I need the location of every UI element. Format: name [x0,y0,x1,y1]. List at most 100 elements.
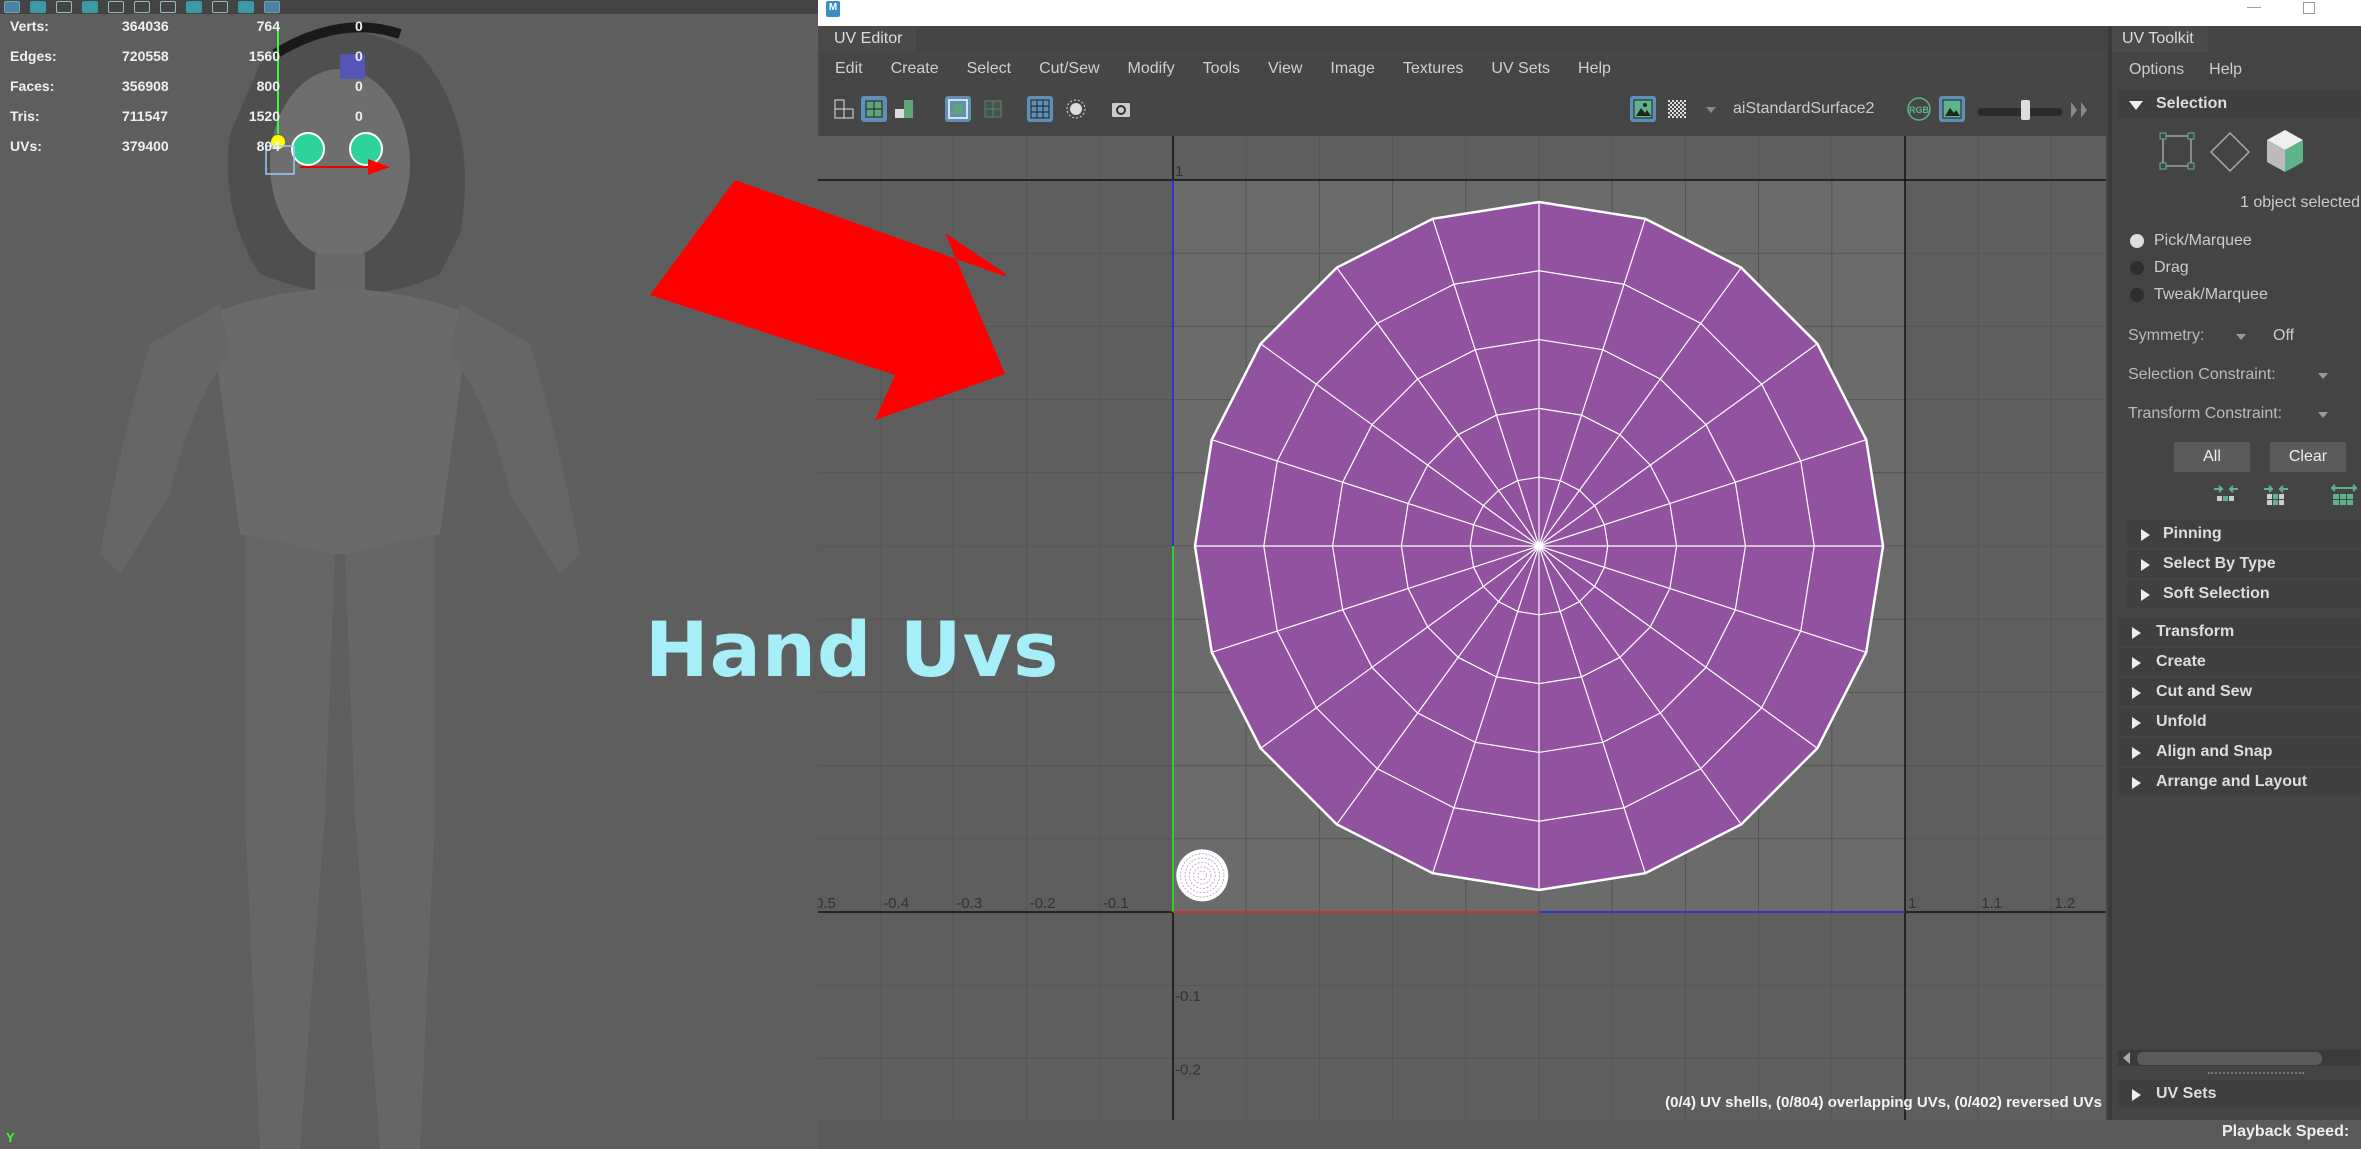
subsection-soft-selection[interactable]: Soft Selection [2127,580,2361,608]
select-icon[interactable] [4,1,20,13]
checker-grid-icon[interactable] [980,96,1006,122]
vertex-mode-icon[interactable] [2157,130,2197,174]
rgb-channel-icon[interactable]: RGB [1906,96,1932,122]
menu-textures[interactable]: Textures [1387,60,1475,78]
hud-label: UVs: [10,138,42,154]
exposure-slider-handle[interactable] [2021,100,2030,120]
film-gate-icon[interactable] [160,1,176,13]
object-mode-icon[interactable] [2263,128,2307,174]
right-leg [345,534,435,1149]
all-button[interactable]: All [2174,442,2250,472]
selection-constraint-dropdown-icon[interactable] [2318,373,2328,379]
shrink-selection-icon[interactable] [2262,484,2290,506]
subsection-pinning[interactable]: Pinning [2127,520,2361,548]
u-tick-label: 1.1 [1981,895,2002,912]
scrollbar-thumb[interactable] [2137,1052,2322,1065]
snapshot-camera-icon[interactable] [1108,96,1134,122]
scroll-left-icon[interactable] [2123,1052,2130,1064]
camera-icon[interactable] [30,1,46,13]
bookmark-icon[interactable] [108,1,124,13]
section-label: Soft Selection [2163,585,2270,602]
hud-label: Edges: [10,48,57,64]
radio-tweak-marquee[interactable]: Tweak/Marquee [2130,285,2268,305]
menu-help[interactable]: Help [1562,60,1623,78]
menu-modify[interactable]: Modify [1112,60,1187,78]
radio-drag[interactable]: Drag [2130,258,2189,278]
uv-editor-tab[interactable]: UV Editor [818,26,916,52]
left-arm [100,304,230,574]
radio-dot [2130,261,2144,275]
section-arrange-and-layout[interactable]: Arrange and Layout [2118,768,2361,796]
menu-image[interactable]: Image [1314,60,1386,78]
gear-icon[interactable] [82,1,98,13]
symmetry-value[interactable]: Off [2273,327,2294,345]
subsection-select-by-type[interactable]: Select By Type [2127,550,2361,578]
right-arm [450,304,580,574]
menu-view[interactable]: View [1252,60,1314,78]
grid-quadrant-icon[interactable] [831,96,857,122]
menu-cut-sew[interactable]: Cut/Sew [1023,60,1111,78]
head-shape [270,69,410,259]
menu-help[interactable]: Help [2192,61,2250,79]
playback-speed-label: Playback Speed: [2222,1123,2350,1140]
hud-comp: 0 [355,78,363,94]
lighting-icon[interactable] [238,1,254,13]
toolbar-expand-icon-2[interactable] [2081,102,2087,118]
checker-icon[interactable] [1664,96,1690,122]
expand-arrow-icon [2132,657,2141,669]
texture-border-icon[interactable] [945,96,971,122]
radio-pick-marquee[interactable]: Pick/Marquee [2130,231,2252,251]
menu-select[interactable]: Select [951,60,1023,78]
select-border-icon[interactable] [2330,484,2358,506]
selection-constraint-label: Selection Constraint: [2128,366,2276,383]
v-tick-label: -0.2 [1175,1061,1201,1078]
image-exposure-icon[interactable] [1939,96,1965,122]
expand-arrow-icon [2141,529,2150,541]
shell-tile-icon[interactable] [861,96,887,122]
hud-total: 379400 [122,138,169,154]
3d-viewport[interactable]: Verts: 364036 764 0 Edges: 720558 1560 0… [0,0,818,1149]
display-image-icon[interactable] [1630,96,1656,122]
wireframe-icon[interactable] [264,1,280,13]
left-eye [291,132,325,166]
section-label: Cut and Sew [2156,683,2253,700]
display-grid-icon[interactable] [1027,96,1053,122]
section-selection[interactable]: Selection [2118,90,2361,118]
clear-button[interactable]: Clear [2270,442,2346,472]
menu-uv-sets[interactable]: UV Sets [1475,60,1562,78]
grow-selection-icon[interactable] [2212,484,2240,506]
hud-total: 356908 [122,78,169,94]
shader-dropdown-icon[interactable] [1706,107,1716,113]
section-cut-and-sew[interactable]: Cut and Sew [2118,678,2361,706]
exposure-slider[interactable] [1978,108,2062,116]
section-align-and-snap[interactable]: Align and Snap [2118,738,2361,766]
shader-name-field[interactable]: aiStandardSurface2 [1733,100,1874,118]
edge-mode-icon[interactable] [2208,130,2252,174]
uv-toolkit-tab[interactable]: UV Toolkit [2112,26,2208,52]
u-tick-label: -0.5 [818,895,836,912]
toolbar-expand-icon[interactable] [2071,102,2077,118]
menu-create[interactable]: Create [875,60,951,78]
dim-image-icon[interactable] [1063,96,1089,122]
menu-options[interactable]: Options [2112,61,2192,79]
radio-label: Drag [2154,259,2189,276]
texture-icon[interactable] [212,1,228,13]
distortion-icon[interactable] [891,96,917,122]
resize-grip[interactable] [2208,1072,2304,1074]
section-create[interactable]: Create [2118,648,2361,676]
section-transform[interactable]: Transform [2118,618,2361,646]
section-uv-sets[interactable]: UV Sets [2118,1080,2361,1108]
maximize-icon[interactable] [2303,2,2315,14]
section-label: Pinning [2163,525,2222,542]
object-selected-label: 1 object selected [2240,194,2361,211]
menu-edit[interactable]: Edit [818,60,875,78]
grid-icon[interactable] [134,1,150,13]
minimize-icon[interactable]: — [2244,0,2264,14]
lock-icon[interactable] [56,1,72,13]
section-label: Transform [2156,623,2235,640]
symmetry-dropdown-icon[interactable] [2236,334,2246,340]
transform-constraint-dropdown-icon[interactable] [2318,412,2328,418]
shaded-icon[interactable] [186,1,202,13]
section-unfold[interactable]: Unfold [2118,708,2361,736]
menu-tools[interactable]: Tools [1187,60,1252,78]
